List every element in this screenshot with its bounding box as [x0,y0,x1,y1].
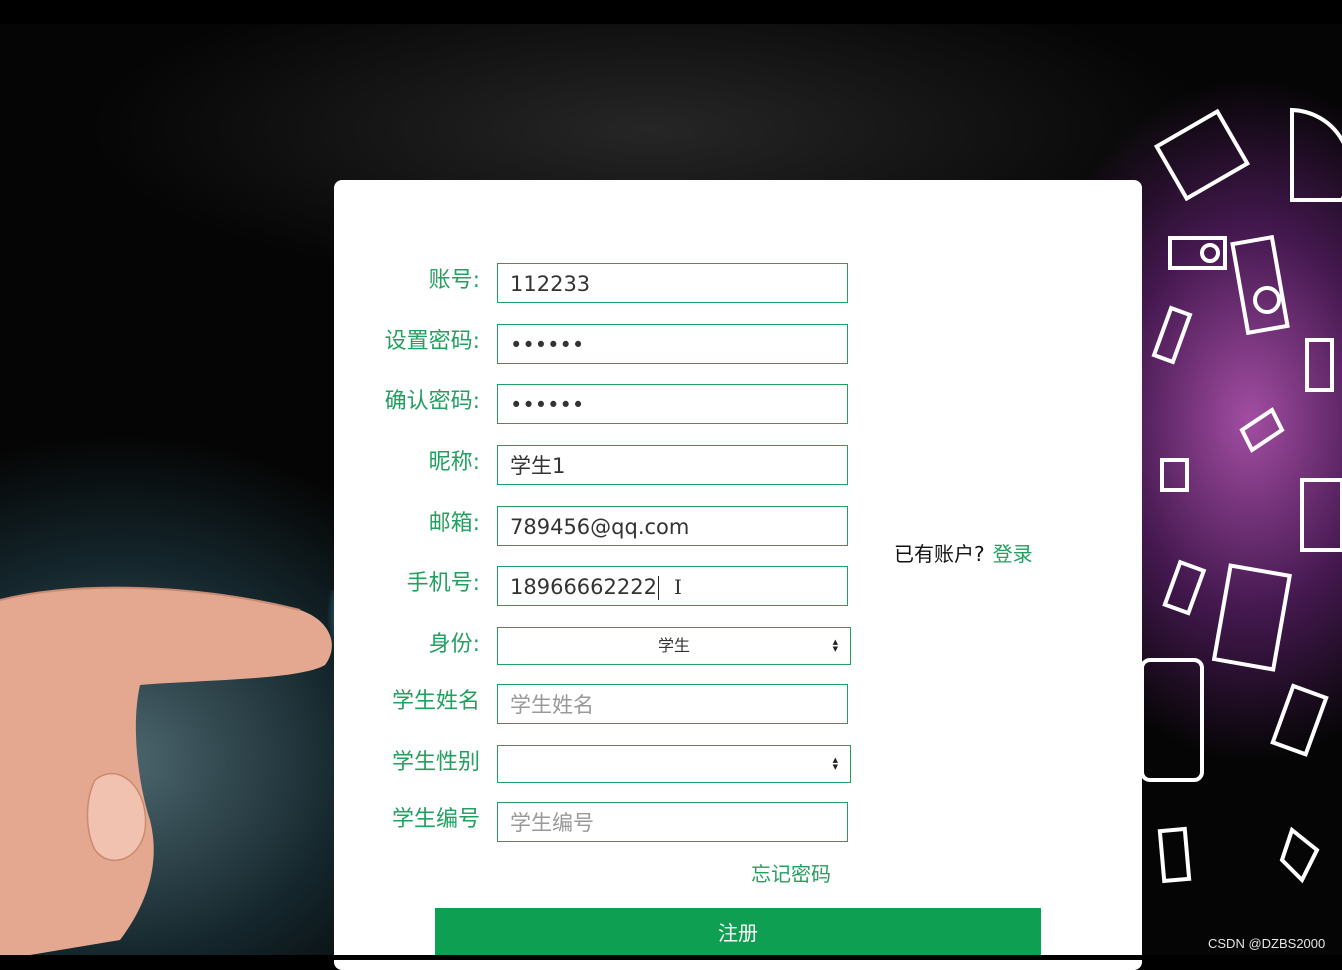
forgot-password-link[interactable]: 忘记密码 [751,858,831,887]
account-input[interactable]: 112233 [497,263,848,303]
student-name-label: 学生姓名 [391,689,480,714]
confirm-password-input[interactable]: •••••• [497,384,848,424]
confirm-password-label: 确认密码: [384,389,480,414]
text-cursor-icon: I [674,575,682,599]
password-input[interactable]: •••••• [497,324,848,364]
student-gender-select[interactable]: ▲ ▼ [497,745,851,783]
phone-input[interactable]: 18966662222 [497,566,848,606]
nickname-input[interactable]: 学生1 [497,445,848,485]
role-label: 身份: [428,632,480,657]
watermark: CSDN @DZBS2000 [1208,936,1326,951]
student-name-input[interactable]: 学生姓名 [497,684,848,724]
login-prompt: 已有账户? 登录 [894,538,1033,567]
media-icons-decoration [1142,107,1342,884]
student-number-label: 学生编号 [391,807,480,832]
email-label: 邮箱: [428,511,480,536]
finger-illustration [0,586,340,960]
select-arrows-icon: ▲ ▼ [832,756,838,771]
role-selected-value: 学生 [657,636,690,655]
role-select[interactable]: 学生 ▲ ▼ [497,627,851,665]
text-caret [657,576,659,600]
account-label: 账号: [428,268,480,293]
email-input[interactable]: 789456@qq.com [497,506,848,546]
phone-label: 手机号: [406,571,480,596]
register-button[interactable]: 注册 [435,908,1041,958]
register-card: 账号: 112233 设置密码: •••••• 确认密码: •••••• 昵称:… [334,180,1142,970]
top-bar [0,0,1342,24]
select-arrows-icon: ▲ ▼ [832,638,838,653]
student-gender-label: 学生性别 [391,750,480,775]
bottom-bar [0,955,1342,960]
phone-value: 18966662222 [510,575,657,599]
login-link[interactable]: 登录 [993,542,1033,566]
password-label: 设置密码: [384,329,480,354]
have-account-text: 已有账户? [894,542,985,566]
nickname-label: 昵称: [428,450,480,475]
student-number-input[interactable]: 学生编号 [497,802,848,842]
